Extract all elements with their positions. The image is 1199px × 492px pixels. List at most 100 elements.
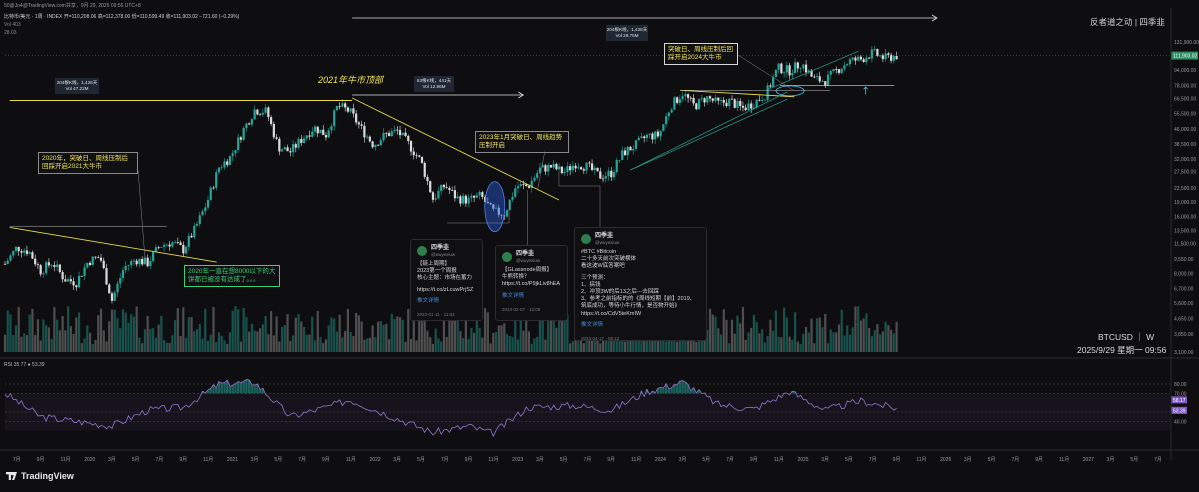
candle-body [851, 57, 854, 60]
candle-body [766, 85, 769, 100]
candle-body [28, 252, 31, 254]
candle-body [667, 112, 670, 117]
tweet-link[interactable]: https://t.co/CdV5teKmIW [581, 311, 700, 318]
volume-bar [796, 341, 799, 352]
candle-body [261, 112, 264, 115]
tweet-line: 看这波W底答案吧 [581, 263, 625, 270]
volume-bar [363, 339, 366, 352]
volume-bar [239, 341, 243, 352]
candle-body [640, 136, 643, 138]
candle-body [750, 103, 753, 109]
candle-body [456, 196, 459, 199]
tweet-link[interactable]: https://t.co/P9jkLiv8hEA [502, 281, 561, 288]
candle-body [47, 262, 50, 266]
price-tick-label: 22,500.00 [1174, 186, 1196, 192]
volume-bar [171, 335, 174, 352]
candle-body [184, 247, 188, 254]
candle-body [547, 165, 550, 172]
price-tick-label: 9,550.00 [1174, 257, 1194, 263]
symbol-ohlc-line[interactable]: 比特币/美元 · 1周 · INDEX 开=110,208.06 高=112,3… [4, 13, 239, 20]
range-label-mid-l2: Vol 12.96M [422, 84, 446, 89]
tweet-details-link[interactable]: 推文详情 [417, 298, 476, 305]
volume-bar [665, 341, 668, 352]
candle-body [478, 192, 481, 196]
volume-bar [511, 337, 514, 352]
candle-body [259, 114, 262, 116]
volume-bar [892, 333, 895, 352]
volume-bar [404, 341, 407, 352]
volume-bar [308, 334, 311, 352]
rsi-legend[interactable]: RSI 35 77 ● 53.39 [4, 362, 45, 368]
rsi-level-label: 80.00 [1174, 382, 1187, 388]
candle-body [700, 98, 703, 100]
volume-bar [859, 320, 863, 352]
candle-body [124, 265, 127, 271]
volume-bar [302, 326, 306, 352]
candle-body [755, 99, 758, 108]
candle-body [887, 53, 890, 55]
candle-body [582, 169, 585, 171]
candle-body [637, 137, 640, 141]
tweet-link[interactable]: https://t.co/zLcuwPrjSZ [417, 287, 476, 294]
tweet-details-link[interactable]: 推文详情 [581, 322, 700, 329]
tweet-details-link[interactable]: 推文详情 [502, 293, 561, 300]
candle-body [23, 250, 26, 253]
candle-body [187, 235, 190, 248]
volume-bar [217, 332, 221, 352]
avatar [417, 246, 427, 256]
volume-bar [708, 308, 712, 352]
volume-bar [815, 318, 819, 352]
candle-body [706, 96, 709, 103]
candle-body [324, 135, 328, 138]
time-tick-label: 9月 [322, 457, 330, 463]
candle-body [130, 261, 133, 266]
candle-body [846, 64, 849, 66]
tradingview-logo[interactable]: TradingView [6, 471, 74, 481]
candle-body [86, 262, 89, 268]
tweet-card-2[interactable]: 四季韭 @wuyexiuw 【GLassnode周报】 牛熊转换？ https:… [495, 245, 568, 321]
candle-body [574, 165, 577, 169]
candle-body [102, 260, 105, 269]
volume-legend[interactable]: Vol 403 [4, 22, 21, 28]
tweet-card-3[interactable]: 四季韭 @wuyexiuw #BTC #Bitcoin 二十多天前次突破横体 看… [574, 227, 707, 341]
candle-body [135, 260, 138, 265]
volume-bar [826, 343, 830, 352]
volume-bar [270, 311, 273, 352]
tweet-author: 四季韭 [595, 233, 614, 239]
candle-body [445, 187, 448, 188]
time-tick-label: 5月 [560, 457, 568, 463]
candle-body [772, 76, 775, 87]
time-tick-label: 11月 [60, 457, 70, 463]
volume-bar [832, 332, 835, 352]
candle-body [267, 107, 270, 118]
volume-bar [119, 328, 122, 352]
volume-bar [333, 318, 336, 352]
volume-legend-2: 28.03 [4, 30, 17, 36]
candle-body [302, 138, 306, 143]
volume-bar [763, 342, 767, 352]
volume-bar [599, 343, 602, 352]
volume-bar [791, 339, 794, 352]
volume-bar [94, 339, 97, 352]
symbol-watermark: BTCUSD ｜ W [1098, 332, 1155, 342]
candle-body [799, 68, 802, 70]
tweet-date: 2023·01·11 · 11:04 [417, 312, 455, 318]
chart-stage[interactable]: 80.0070.0050.0040.0058.1753.39 131,900.0… [0, 0, 1199, 487]
candle-body [313, 126, 317, 132]
candle-body [670, 109, 673, 113]
candle-body [593, 167, 596, 170]
candle-body [813, 76, 816, 78]
volume-bar [730, 319, 734, 352]
candle-body [536, 173, 539, 178]
candle-body [39, 265, 42, 275]
tweet-card-1[interactable]: 四季韭 @wuyexiuw 【链上周期】 2023第一个周报 核心主题：市场在蓄… [410, 239, 483, 321]
candle-body [618, 159, 621, 161]
volume-bar [294, 317, 297, 352]
candle-body [533, 177, 536, 181]
time-tick-label: 11月 [631, 457, 641, 463]
candle-body [94, 256, 97, 258]
volume-bar [505, 334, 509, 352]
volume-bar [31, 308, 34, 352]
candle-body [689, 97, 692, 99]
volume-bar [341, 337, 344, 352]
